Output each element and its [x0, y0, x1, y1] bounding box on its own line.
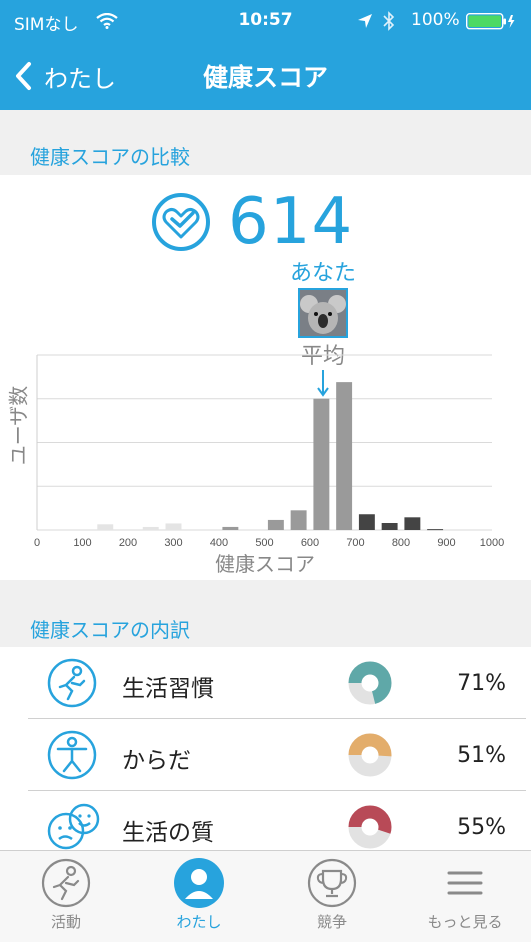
heart-check-icon [152, 193, 210, 251]
tab-me[interactable]: わたし [133, 851, 265, 942]
histogram-bar [404, 517, 421, 530]
tab-label: 活動 [50, 913, 81, 931]
battery-percent: 100% [411, 10, 460, 30]
x-tick-label: 800 [392, 537, 410, 549]
histogram-bar [336, 382, 353, 530]
histogram-bar [381, 523, 398, 530]
you-label: あなた [289, 261, 356, 286]
lifestyle-icon [47, 658, 97, 708]
tab-compete[interactable]: 競争 [266, 851, 398, 942]
breakdown-percent: 51% [457, 743, 506, 768]
tab-activity[interactable]: 活動 [0, 851, 132, 942]
page-title: 健康スコア [202, 63, 328, 92]
breakdown-heading: 健康スコアの内訳 [30, 618, 190, 642]
trophy-icon [307, 858, 357, 908]
lifestyle-donut-chart [348, 661, 392, 705]
person-icon [174, 858, 224, 908]
score-value: 614 [228, 185, 354, 259]
histogram-bar [165, 523, 182, 530]
tab-label: わたし [176, 913, 222, 931]
breakdown-list: 生活習慣 71% からだ 51% 生活の質 55% [0, 647, 531, 850]
comparison-card: 614 あなた 平均 ユーザ数 0 100 200 300 400 500 600 700 80… [0, 175, 531, 580]
breakdown-percent: 55% [457, 815, 506, 840]
quality-of-life-icon [47, 803, 100, 850]
battery-icon [466, 13, 515, 30]
tab-more[interactable]: もっと見る [399, 851, 531, 942]
body-donut-chart [348, 733, 392, 777]
breakdown-name: からだ [122, 748, 191, 774]
x-tick-label: 100 [73, 537, 91, 549]
x-tick-label: 300 [164, 537, 182, 549]
score-histogram: 0 100 200 300 400 500 600 700 800 900 1000 [34, 354, 504, 549]
comparison-heading: 健康スコアの比較 [30, 145, 190, 169]
x-axis-label: 健康スコア [215, 552, 315, 576]
tab-bar: 活動 わたし 競争 もっと見る [0, 850, 531, 942]
tab-label: もっと見る [427, 913, 503, 931]
histogram-bar [290, 510, 307, 530]
histogram-bar [313, 398, 330, 530]
x-tick-label: 0 [34, 537, 40, 549]
menu-icon [447, 871, 483, 895]
location-icon [358, 14, 372, 28]
breakdown-row-lifestyle[interactable]: 生活習慣 71% [0, 647, 531, 719]
avatar[interactable] [298, 288, 348, 338]
quality-of-life-donut-chart [348, 805, 392, 849]
body-icon [47, 730, 97, 780]
x-tick-label: 1000 [480, 537, 504, 549]
score-display: 614 [150, 185, 353, 259]
breakdown-name: 生活の質 [122, 820, 214, 846]
x-tick-label: 200 [119, 537, 137, 549]
histogram-bar [222, 526, 239, 530]
histogram-bar [267, 519, 284, 530]
status-bar: SIMなし 10:57 100% [0, 0, 531, 42]
breakdown-row-quality-of-life[interactable]: 生活の質 55% [0, 791, 531, 850]
koala-avatar-image [300, 290, 346, 336]
navigation-bar: わたし 健康スコア [0, 42, 531, 110]
x-tick-label: 700 [346, 537, 364, 549]
bluetooth-icon [383, 11, 395, 31]
breakdown-row-body[interactable]: からだ 51% [0, 719, 531, 791]
x-tick-label: 900 [437, 537, 455, 549]
tab-label: 競争 [316, 913, 347, 931]
histogram-bar [427, 529, 444, 531]
histogram-bar [358, 514, 375, 530]
breakdown-name: 生活習慣 [122, 676, 214, 702]
histogram-bar [97, 524, 114, 530]
activity-icon [41, 858, 91, 908]
breakdown-percent: 71% [457, 671, 506, 696]
histogram-bar [142, 526, 159, 530]
